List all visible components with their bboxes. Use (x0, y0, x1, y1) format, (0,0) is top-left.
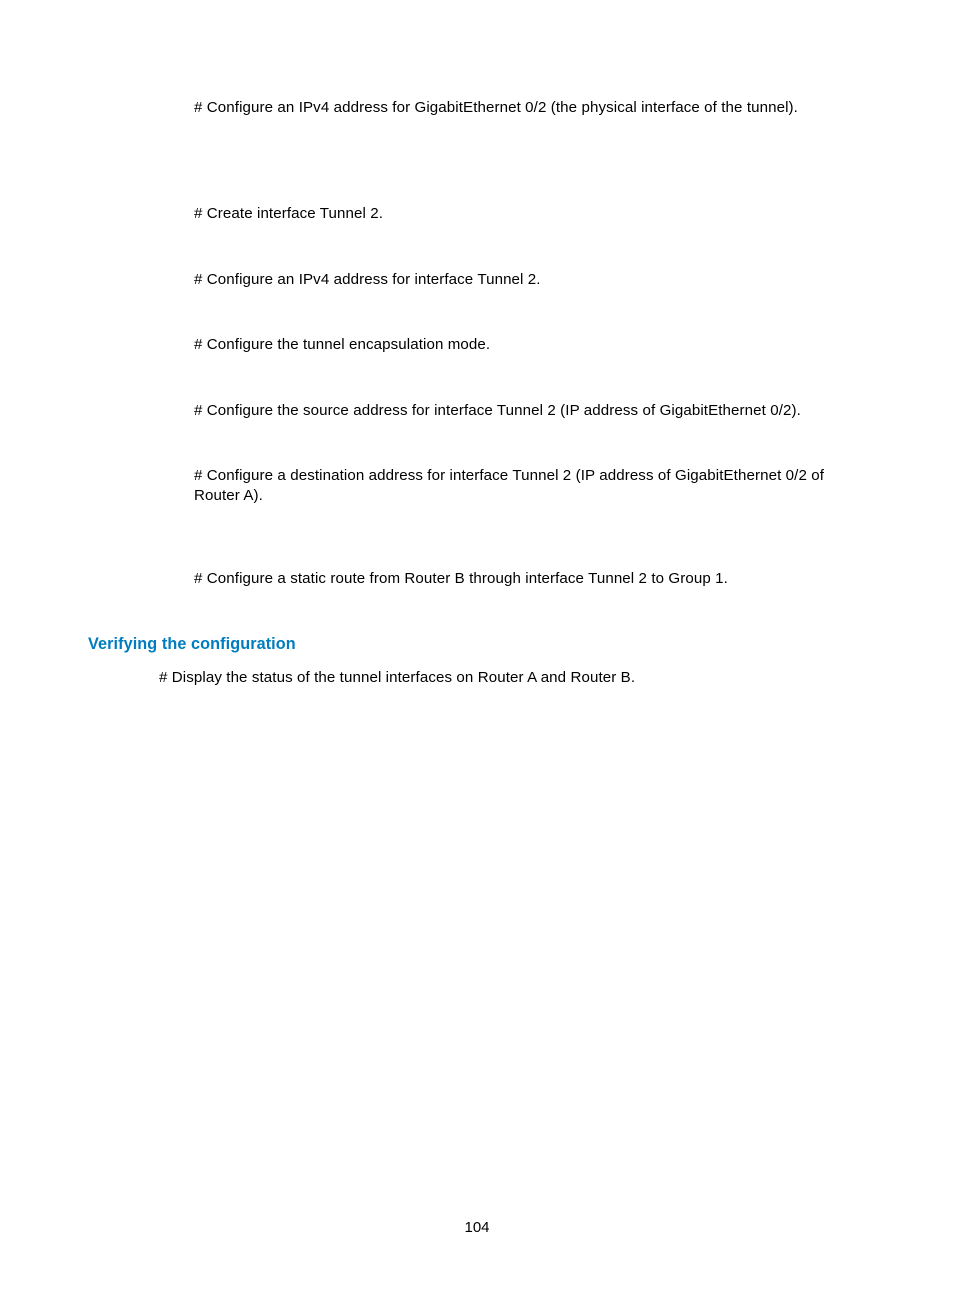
body-text: # Display the status of the tunnel inter… (159, 668, 868, 688)
config-step: # Configure a static route from Router B… (194, 569, 868, 589)
config-step: # Configure the tunnel encapsulation mod… (194, 335, 868, 355)
config-step: # Configure an IPv4 address for GigabitE… (194, 98, 868, 118)
config-step: # Configure a destination address for in… (194, 466, 868, 507)
page-content: # Configure an IPv4 address for GigabitE… (88, 98, 868, 688)
page-number: 104 (0, 1219, 954, 1236)
config-step: # Configure an IPv4 address for interfac… (194, 270, 868, 290)
config-step: # Create interface Tunnel 2. (194, 204, 868, 224)
section-heading: Verifying the configuration (88, 635, 868, 654)
config-step: # Configure the source address for inter… (194, 401, 868, 421)
